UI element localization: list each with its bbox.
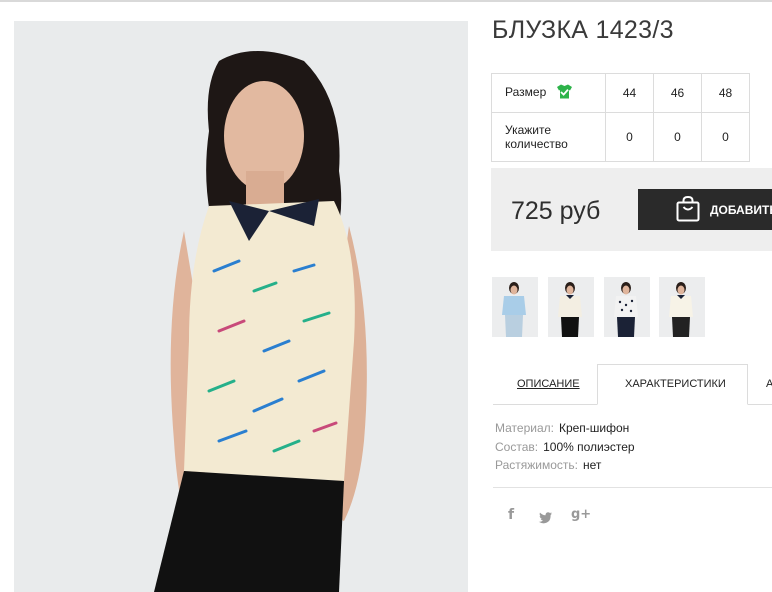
char-value: 100% полиэстер — [543, 439, 635, 454]
social-divider — [493, 487, 772, 488]
size-44[interactable]: 44 — [605, 73, 654, 113]
product-title: БЛУЗКА 1423/3 — [492, 16, 674, 44]
thumb-white-print-blouse[interactable] — [548, 277, 594, 337]
tab-third[interactable]: А — [766, 378, 772, 390]
size-48[interactable]: 48 — [701, 73, 750, 113]
char-key: Материал: — [495, 421, 554, 435]
char-key: Состав: — [495, 439, 539, 454]
add-to-cart-label: ДОБАВИТЬ — [710, 203, 772, 217]
char-value: Креп-шифон — [558, 421, 630, 435]
google-plus-icon[interactable]: g+ — [571, 507, 591, 522]
twitter-icon[interactable] — [538, 509, 552, 528]
top-border — [0, 0, 772, 2]
quantity-46[interactable]: 0 — [653, 112, 702, 162]
size-table: Размер 44 46 48 Укажите количество 0 0 0 — [491, 73, 750, 162]
size-label: Размер — [505, 85, 547, 100]
characteristics-list: Материал: Креп-шифон Состав: 100% полиэсте… — [495, 419, 635, 475]
product-price: 725 руб — [511, 197, 601, 225]
char-key: Растяжимость: — [495, 458, 579, 472]
tab-characteristics-label: ХАРАКТЕРИСТИКИ — [625, 378, 726, 390]
char-row-composition: Состав: 100% полиэстер — [495, 438, 635, 457]
quantity-48[interactable]: 0 — [701, 112, 750, 162]
size-label-cell: Размер — [491, 73, 606, 113]
quantity-label: Укажите количество — [491, 112, 606, 162]
thumb-blue-blouse[interactable] — [492, 277, 538, 337]
price-box: 725 руб ДОБАВИТЬ — [491, 168, 772, 251]
main-product-photo[interactable] — [14, 21, 468, 592]
quantity-44[interactable]: 0 — [605, 112, 654, 162]
char-row-material: Материал: Креп-шифон — [495, 419, 635, 438]
thumb-light-blouse[interactable] — [659, 277, 705, 337]
tshirt-check-icon — [556, 84, 573, 102]
tab-characteristics[interactable]: ХАРАКТЕРИСТИКИ — [597, 364, 748, 405]
char-row-stretch: Растяжимость: нет — [495, 456, 635, 475]
shopping-bag-icon — [676, 195, 700, 225]
char-value: нет — [583, 458, 602, 472]
add-to-cart-button[interactable]: ДОБАВИТЬ — [638, 189, 772, 230]
thumb-dot-blouse[interactable] — [604, 277, 650, 337]
size-46[interactable]: 46 — [653, 73, 702, 113]
tab-description[interactable]: ОПИСАНИЕ — [517, 378, 580, 390]
facebook-icon[interactable]: f — [508, 507, 514, 523]
